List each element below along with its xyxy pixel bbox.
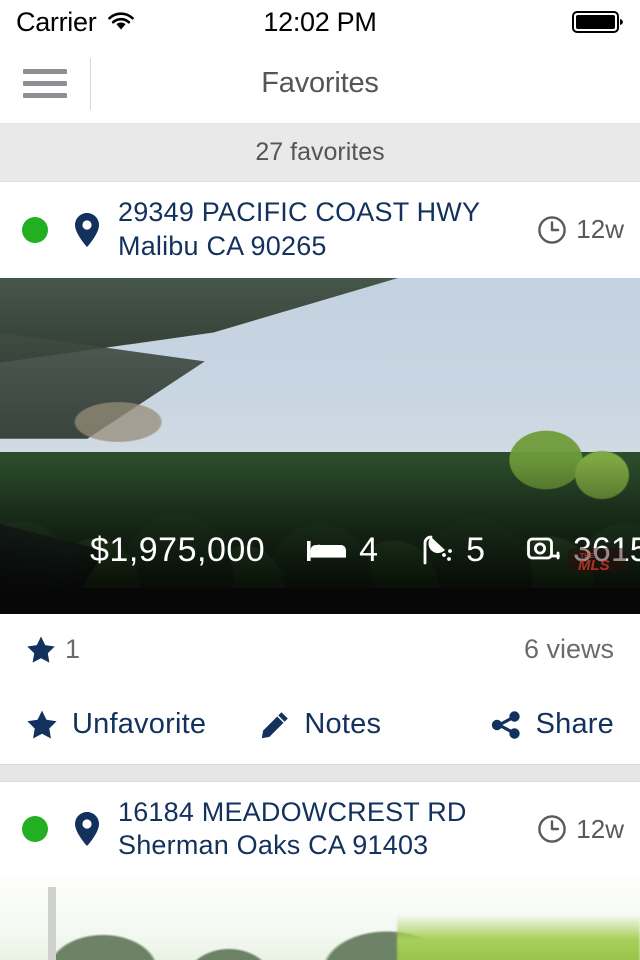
listing-header[interactable]: 29349 PACIFIC COAST HWY Malibu CA 90265 …	[0, 182, 640, 278]
star-icon	[27, 636, 55, 663]
address-line-1: 16184 MEADOWCREST RD	[118, 796, 467, 827]
navigation-bar: Favorites	[0, 44, 640, 124]
address-line-1: 29349 PACIFIC COAST HWY	[118, 197, 481, 227]
app-screen: Carrier 12:02 PM Favorites 27 favorites …	[0, 0, 640, 960]
tape-measure-icon	[527, 537, 560, 560]
carrier-label: Carrier	[16, 6, 97, 37]
status-dot-active	[22, 216, 48, 243]
listing-age: 12w	[527, 814, 624, 845]
address-line-2: Sherman Oaks CA 91403	[118, 830, 429, 861]
listing-address: 16184 MEADOWCREST RD Sherman Oaks CA 914…	[118, 796, 527, 864]
listing-age-label: 12w	[576, 813, 624, 844]
svg-text:MLS: MLS	[578, 557, 610, 574]
status-bar-left: Carrier	[16, 7, 136, 38]
listing-engagement-row: 1 6 views	[0, 613, 640, 686]
listing-price: $1,975,000	[90, 530, 266, 569]
battery-full-icon	[572, 11, 623, 33]
status-bar-right	[572, 10, 624, 34]
share-button[interactable]: Share	[490, 708, 614, 741]
listing-beds-value: 4	[359, 530, 379, 569]
listing-actions-row: Unfavorite Notes Share	[0, 685, 640, 764]
photo-bottom-band	[0, 587, 640, 614]
photo-grass	[396, 915, 640, 960]
clock-icon	[538, 815, 567, 844]
page-title: Favorites	[261, 67, 379, 99]
star-icon	[27, 710, 57, 739]
notes-button[interactable]: Notes	[260, 708, 381, 741]
views-count-label: 6 views	[523, 634, 614, 664]
notes-label: Notes	[304, 708, 382, 740]
favorite-count-value: 1	[65, 634, 81, 664]
wifi-icon	[108, 12, 135, 30]
clock-icon	[538, 215, 567, 244]
map-pin-icon[interactable]	[74, 811, 100, 847]
favorites-count-bar: 27 favorites	[0, 124, 640, 182]
photo-branch	[38, 378, 205, 466]
share-icon	[491, 710, 520, 739]
listing-photo[interactable]	[0, 877, 640, 960]
listing-baths: 5	[420, 531, 485, 570]
mls-watermark: THE MLS	[568, 547, 626, 574]
bed-icon	[307, 541, 347, 561]
address-line-2: Malibu CA 90265	[118, 230, 327, 261]
unfavorite-button[interactable]: Unfavorite	[26, 708, 206, 741]
listing-age: 12w	[527, 214, 624, 245]
listing-address: 29349 PACIFIC COAST HWY Malibu CA 90265	[118, 196, 527, 264]
map-pin-icon[interactable]	[74, 212, 100, 248]
pencil-icon	[262, 711, 289, 738]
photo-pole	[48, 887, 56, 960]
listing-stats-overlay: $1,975,000 4 5	[0, 531, 640, 570]
listing-separator	[0, 763, 640, 782]
listing-photo[interactable]: $1,975,000 4 5 THE MLS	[0, 277, 640, 614]
favorite-count-group: 1	[26, 634, 80, 665]
status-dot-active	[22, 816, 48, 843]
listing-age-label: 12w	[576, 214, 624, 245]
unfavorite-label: Unfavorite	[72, 708, 207, 740]
listing-beds: 4	[307, 531, 378, 570]
status-bar: Carrier 12:02 PM	[0, 0, 640, 44]
share-label: Share	[535, 708, 614, 740]
listing-baths-value: 5	[466, 530, 486, 569]
favorites-count-label: 27 favorites	[255, 138, 385, 166]
shower-icon	[423, 535, 452, 565]
listing-header[interactable]: 16184 MEADOWCREST RD Sherman Oaks CA 914…	[0, 781, 640, 877]
